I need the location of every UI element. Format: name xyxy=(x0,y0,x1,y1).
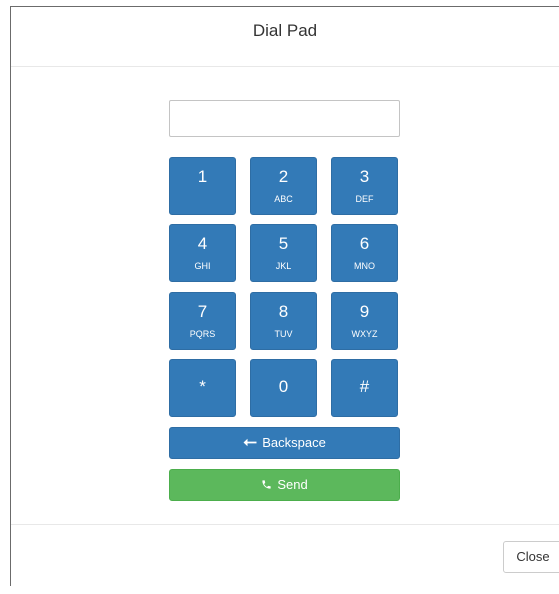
key-digit: 7 xyxy=(197,302,208,321)
key-letters: DEF xyxy=(355,194,374,204)
key-digit: 8 xyxy=(278,302,289,321)
key-digit: 4 xyxy=(197,234,208,253)
key-digit: 3 xyxy=(359,167,370,186)
send-button[interactable]: Send xyxy=(169,469,400,501)
key-letters: WXYZ xyxy=(351,329,378,339)
key-4[interactable]: 4 GHI xyxy=(169,224,236,282)
key-digit: 9 xyxy=(359,302,370,321)
key-letters: MNO xyxy=(354,261,375,271)
key-8[interactable]: 8 TUV xyxy=(250,292,317,350)
key-letters: JKL xyxy=(275,261,292,271)
dialog-header: Dial Pad xyxy=(11,7,559,67)
key-letters: PQRS xyxy=(189,329,216,339)
key-digit: 1 xyxy=(197,167,208,186)
arrow-left-icon xyxy=(243,428,257,458)
key-digit: 6 xyxy=(359,234,370,253)
key-5[interactable]: 5 JKL xyxy=(250,224,317,282)
key-digit: 5 xyxy=(278,234,289,253)
close-button[interactable]: Close xyxy=(503,541,559,573)
key-digit: 2 xyxy=(278,167,289,186)
key-3[interactable]: 3 DEF xyxy=(331,157,398,215)
key-0[interactable]: 0 xyxy=(250,359,317,417)
send-label: Send xyxy=(277,477,308,492)
key-hash[interactable]: # xyxy=(331,359,398,417)
key-letters: TUV xyxy=(274,329,293,339)
phone-number-input[interactable] xyxy=(169,100,400,137)
key-digit: 0 xyxy=(278,377,289,396)
key-letters: GHI xyxy=(194,261,211,271)
key-7[interactable]: 7 PQRS xyxy=(169,292,236,350)
dialog-footer: Close xyxy=(11,524,559,594)
key-2[interactable]: 2 ABC xyxy=(250,157,317,215)
key-9[interactable]: 9 WXYZ xyxy=(331,292,398,350)
key-digit: * xyxy=(199,377,206,396)
key-1[interactable]: 1 xyxy=(169,157,236,215)
phone-icon xyxy=(261,470,272,500)
key-digit: # xyxy=(359,377,370,396)
key-6[interactable]: 6 MNO xyxy=(331,224,398,282)
backspace-button[interactable]: Backspace xyxy=(169,427,400,459)
dial-pad-dialog: Dial Pad 1 2 ABC 3 DEF 4 GHI 5 JKL 6 MNO xyxy=(10,6,559,586)
dialog-title: Dial Pad xyxy=(252,21,318,40)
key-star[interactable]: * xyxy=(169,359,236,417)
backspace-label: Backspace xyxy=(262,435,326,450)
key-letters: ABC xyxy=(274,194,293,204)
